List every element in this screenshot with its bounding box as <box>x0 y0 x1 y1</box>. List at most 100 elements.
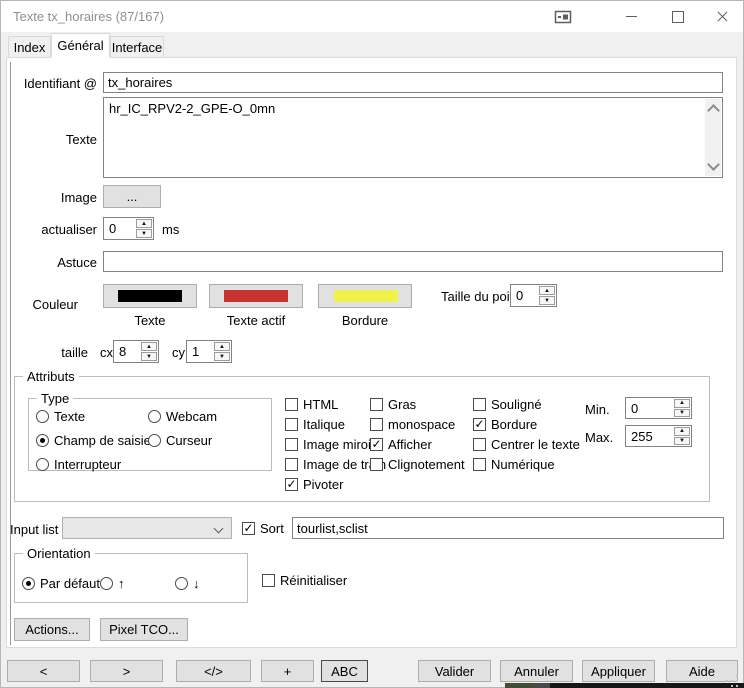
spin-up-icon[interactable]: ▲ <box>674 427 690 436</box>
cy-spinner[interactable]: 1 ▲ ▼ <box>186 340 232 363</box>
radio-circle <box>148 410 161 423</box>
checkbox-centrer-le-texte[interactable]: Centrer le texte <box>473 437 580 452</box>
checkbox-box <box>285 458 298 471</box>
radio-orientation-down[interactable]: ↓ <box>175 576 200 591</box>
titlebar: Texte tx_horaires (87/167) <box>1 1 743 32</box>
radio-par-defaut[interactable]: Par défaut <box>22 576 100 591</box>
dialog-window: Texte tx_horaires (87/167) Index Général… <box>0 0 744 688</box>
input-list-input[interactable] <box>292 517 724 539</box>
checkbox-box <box>370 418 383 431</box>
pixel-tco-button[interactable]: Pixel TCO... <box>100 618 188 641</box>
resize-grip[interactable] <box>726 680 728 682</box>
radio-texte[interactable]: Texte <box>36 409 85 424</box>
spin-up-icon[interactable]: ▲ <box>674 399 690 408</box>
couleur-texte-actif-button[interactable] <box>209 284 303 308</box>
swatch-caption-texte-actif: Texte actif <box>209 313 303 328</box>
spin-down-icon[interactable]: ▼ <box>141 352 157 361</box>
window-icon <box>554 10 573 27</box>
spin-up-icon[interactable]: ▲ <box>214 342 230 351</box>
spin-up-icon[interactable]: ▲ <box>141 342 157 351</box>
scroll-up-icon[interactable] <box>707 104 720 117</box>
astuce-input[interactable] <box>103 251 723 272</box>
radio-orientation-up[interactable]: ↑ <box>100 576 125 591</box>
annuler-button[interactable]: Annuler <box>500 660 573 682</box>
checkbox-gras[interactable]: Gras <box>370 397 416 412</box>
checkbox-clignotement[interactable]: Clignotement <box>370 457 465 472</box>
checkbox-bordure[interactable]: ✓ Bordure <box>473 417 537 432</box>
max-value[interactable]: 255 <box>626 426 673 446</box>
radio-circle <box>36 458 49 471</box>
taille-du-point-spinner[interactable]: 0 ▲ ▼ <box>510 284 557 307</box>
checkbox-numerique[interactable]: Numérique <box>473 457 555 472</box>
background-strip <box>550 683 744 688</box>
image-label: Image <box>10 190 97 205</box>
checkbox-pivoter[interactable]: ✓ Pivoter <box>285 477 343 492</box>
cy-value[interactable]: 1 <box>187 341 213 362</box>
checkbox-box <box>285 398 298 411</box>
spin-down-icon[interactable]: ▼ <box>539 296 555 305</box>
radio-webcam[interactable]: Webcam <box>148 409 217 424</box>
astuce-label: Astuce <box>10 255 97 270</box>
chevron-down-icon <box>214 524 224 534</box>
max-spinner[interactable]: 255 ▲ ▼ <box>625 425 692 447</box>
nav-next-button[interactable]: > <box>90 660 163 682</box>
checkbox-souligne[interactable]: Souligné <box>473 397 542 412</box>
checkbox-html[interactable]: HTML <box>285 397 338 412</box>
checkbox-reinitialiser[interactable]: Réinitialiser <box>262 573 347 588</box>
radio-circle <box>100 577 113 590</box>
radio-interrupteur[interactable]: Interrupteur <box>36 457 121 472</box>
plus-button[interactable]: + <box>261 660 314 682</box>
checkbox-box-checked: ✓ <box>285 478 298 491</box>
checkbox-italique[interactable]: Italique <box>285 417 345 432</box>
cx-value[interactable]: 8 <box>114 341 140 362</box>
radio-circle <box>148 434 161 447</box>
image-browse-button[interactable]: ... <box>103 185 161 208</box>
cx-spinner[interactable]: 8 ▲ ▼ <box>113 340 159 363</box>
tab-general[interactable]: Général <box>51 33 110 58</box>
checkbox-monospace[interactable]: monospace <box>370 417 455 432</box>
spin-up-icon[interactable]: ▲ <box>539 286 555 295</box>
radio-curseur[interactable]: Curseur <box>148 433 212 448</box>
identifiant-input[interactable] <box>103 72 723 93</box>
tab-index[interactable]: Index <box>8 36 51 58</box>
nav-prev-button[interactable]: < <box>7 660 80 682</box>
valider-button[interactable]: Valider <box>418 660 491 682</box>
abc-button[interactable]: ABC <box>321 660 368 682</box>
checkbox-image-miroir[interactable]: Image miroir <box>285 437 375 452</box>
background-strip <box>505 683 533 688</box>
checkbox-box <box>473 438 486 451</box>
scroll-down-icon[interactable] <box>707 158 720 171</box>
minimize-button[interactable] <box>609 1 654 32</box>
checkbox-box <box>473 398 486 411</box>
spin-down-icon[interactable]: ▼ <box>674 437 690 446</box>
actions-button[interactable]: Actions... <box>14 618 90 641</box>
checkbox-box-checked: ✓ <box>242 522 255 535</box>
couleur-texte-button[interactable] <box>103 284 197 308</box>
actualiser-value[interactable]: 0 <box>104 218 135 239</box>
tab-interface[interactable]: Interface <box>110 36 164 58</box>
checkbox-sort[interactable]: ✓ Sort <box>242 521 284 536</box>
texte-scrollbar[interactable] <box>705 99 721 176</box>
min-label: Min. <box>585 402 610 417</box>
checkbox-afficher[interactable]: ✓ Afficher <box>370 437 432 452</box>
input-list-dropdown[interactable] <box>62 517 232 539</box>
spin-up-icon[interactable]: ▲ <box>136 219 152 228</box>
cx-label: cx <box>100 345 113 360</box>
code-button[interactable]: </> <box>176 660 251 682</box>
maximize-button[interactable] <box>655 1 700 32</box>
min-spinner[interactable]: 0 ▲ ▼ <box>625 397 692 419</box>
max-label: Max. <box>585 430 613 445</box>
spin-down-icon[interactable]: ▼ <box>136 229 152 238</box>
min-value[interactable]: 0 <box>626 398 673 418</box>
checkbox-box <box>370 458 383 471</box>
spin-down-icon[interactable]: ▼ <box>214 352 230 361</box>
taille-du-point-value[interactable]: 0 <box>511 285 538 306</box>
close-button[interactable] <box>700 1 744 32</box>
spin-down-icon[interactable]: ▼ <box>674 409 690 418</box>
texte-textarea[interactable]: hr_IC_RPV2-2_GPE-O_0mn <box>103 97 723 178</box>
couleur-bordure-button[interactable] <box>318 284 412 308</box>
appliquer-button[interactable]: Appliquer <box>582 660 655 682</box>
actualiser-spinner[interactable]: 0 ▲ ▼ <box>103 217 154 240</box>
aide-button[interactable]: Aide <box>666 660 738 682</box>
radio-champ-de-saisie[interactable]: Champ de saisie <box>36 433 151 448</box>
